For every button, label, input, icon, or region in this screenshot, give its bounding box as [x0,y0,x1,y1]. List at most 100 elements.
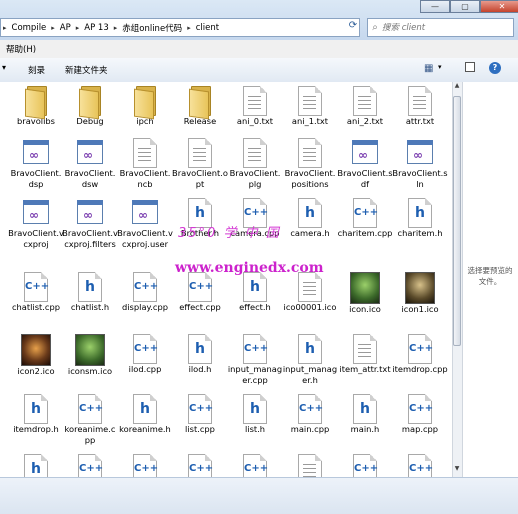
file-item[interactable]: ipch [117,86,173,127]
help-icon[interactable]: ? [489,62,501,74]
file-item[interactable]: BravoClient.plg [227,138,283,190]
file-item[interactable]: C++ [117,454,173,477]
file-item[interactable]: ico00001.ico [282,272,338,313]
breadcrumb-separator[interactable]: ▸ [49,24,57,32]
file-item[interactable]: iconsm.ico [62,334,118,377]
file-item[interactable]: ∞ BravoClient.vcxproj.user [117,198,173,250]
refresh-icon[interactable]: ⟳ [346,20,360,35]
file-item[interactable]: ani_0.txt [227,86,283,127]
file-item[interactable]: ∞ BravoClient.vcxproj.filters [62,198,118,250]
file-item[interactable]: BravoClient.opt [172,138,228,190]
file-item[interactable]: ∞ BravoClient.dsp [8,138,64,190]
file-item[interactable]: BravoClient.ncb [117,138,173,190]
file-item[interactable]: C++ chatlist.cpp [8,272,64,313]
close-button[interactable]: ✕ [480,0,518,13]
file-item[interactable]: attr.txt [392,86,448,127]
file-name: BravoClient.plg [229,168,281,189]
file-item[interactable]: icon2.ico [8,334,64,377]
new-folder-button[interactable]: 新建文件夹 [65,64,108,76]
file-item[interactable] [282,454,338,477]
document-icon [243,86,267,116]
cpp-file-icon: C++ [408,334,433,364]
minimize-button[interactable]: — [420,0,450,13]
file-item[interactable]: C++ map.cpp [392,394,448,435]
file-item[interactable]: h effect.h [227,272,283,313]
file-item[interactable]: C++ ilod.cpp [117,334,173,375]
breadcrumb-separator[interactable]: ▸ [185,24,193,32]
file-item[interactable]: bravolibs [8,86,64,127]
file-name: charitem.cpp [337,228,393,238]
menu-help[interactable]: 帮助(H) [6,43,36,55]
view-dropdown-icon[interactable]: ▾ [438,63,442,71]
file-name: list.h [244,424,266,434]
preview-pane-icon[interactable] [465,62,475,72]
maximize-button[interactable]: ▢ [450,0,480,13]
breadcrumb-separator[interactable]: ▸ [74,24,82,32]
file-item[interactable]: Debug [62,86,118,127]
scrollbar-thumb[interactable] [453,96,461,346]
file-item[interactable]: ∞ BravoClient.sdf [337,138,393,190]
breadcrumb-separator[interactable]: ▸ [112,24,120,32]
visual-studio-file-icon: ∞ [76,198,104,228]
cpp-file-icon: C++ [188,394,213,424]
file-item[interactable]: C++ effect.cpp [172,272,228,313]
file-item[interactable]: h ilod.h [172,334,228,375]
file-item[interactable]: C++ [172,454,228,477]
file-item[interactable]: C++ itemdrop.cpp [392,334,448,375]
file-item[interactable]: C++ charitem.cpp [337,198,393,239]
file-item[interactable]: C++ [62,454,118,477]
folder-icon [25,86,47,120]
file-item[interactable]: h input_manager.h [282,334,338,386]
file-item[interactable]: C++ list.cpp [172,394,228,435]
breadcrumb-client[interactable]: client [193,23,222,33]
file-item[interactable]: icon.ico [337,272,393,315]
file-item[interactable]: ∞ BravoClient.vcxproj [8,198,64,250]
burn-button[interactable]: 刻录 [28,64,45,76]
file-item[interactable]: h charitem.h [392,198,448,239]
file-item[interactable]: h itemdrop.h [8,394,64,435]
header-file-icon: h [298,334,322,364]
file-item[interactable]: C++ [392,454,448,477]
file-name: ilod.h [188,364,212,374]
address-bar[interactable]: ▸ Compile ▸ AP ▸ AP 13 ▸ 赤组online代码 ▸ cl… [0,18,360,37]
header-file-icon: h [24,454,48,477]
file-item[interactable]: C++ display.cpp [117,272,173,313]
breadcrumb-source[interactable]: 赤组online代码 [119,22,185,34]
breadcrumb-ap[interactable]: AP [57,23,74,33]
view-icon[interactable]: ▦ [424,63,433,74]
file-item[interactable]: ∞ BravoClient.sln [392,138,448,190]
file-item[interactable]: icon1.ico [392,272,448,315]
file-item[interactable]: h list.h [227,394,283,435]
cpp-file-icon: C++ [243,334,268,364]
file-item[interactable]: ani_1.txt [282,86,338,127]
file-item[interactable]: ∞ BravoClient.dsw [62,138,118,190]
file-item[interactable]: C++ input_manager.cpp [227,334,283,386]
file-name: list.cpp [185,424,215,434]
visual-studio-file-icon: ∞ [406,138,434,168]
file-item[interactable]: C++ main.cpp [282,394,338,435]
file-item[interactable]: item_attr.txt [337,334,393,375]
file-item[interactable]: h chatlist.h [62,272,118,313]
file-item[interactable]: h main.h [337,394,393,435]
file-item[interactable]: ani_2.txt [337,86,393,127]
search-input[interactable] [382,22,502,33]
file-item[interactable]: BravoClient.positions [282,138,338,190]
file-item[interactable]: h camera.h [282,198,338,239]
document-icon [353,334,377,364]
scroll-down-icon[interactable]: ▼ [452,465,462,477]
document-icon [298,272,322,302]
file-item[interactable]: C++ [337,454,393,477]
file-item[interactable]: Release [172,86,228,127]
chevron-down-icon[interactable]: ▾ [2,63,6,72]
file-name: BravoClient.ncb [119,168,171,189]
search-box[interactable]: ⌕ [367,18,514,37]
breadcrumb-ap13[interactable]: AP 13 [81,23,111,33]
header-file-icon: h [133,394,157,424]
file-item[interactable]: C++ koreanime.cpp [62,394,118,446]
scroll-up-icon[interactable]: ▲ [452,82,462,94]
header-file-icon: h [243,394,267,424]
file-item[interactable]: C++ [227,454,283,477]
breadcrumb-compile[interactable]: Compile [9,23,50,33]
file-item[interactable]: h [8,454,64,477]
file-item[interactable]: h koreanime.h [117,394,173,435]
